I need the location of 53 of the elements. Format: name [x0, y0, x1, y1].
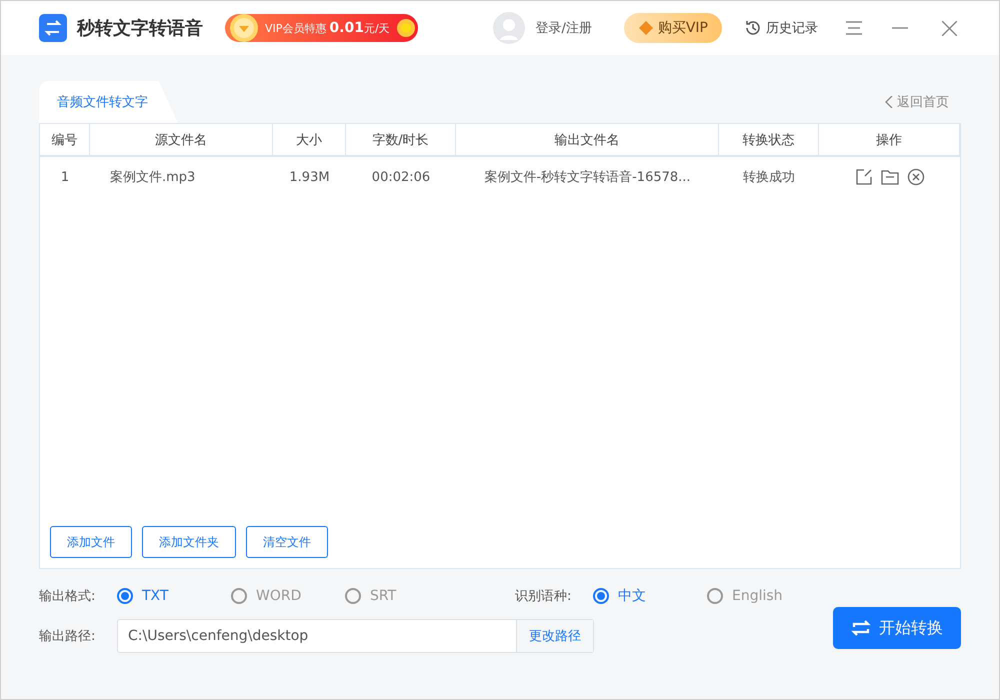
back-home-link[interactable]: 返回首页: [885, 93, 961, 111]
start-convert-button[interactable]: 开始转换: [833, 607, 961, 649]
table-cell-text: 1.93M: [288, 168, 331, 186]
close-button[interactable]: [942, 20, 957, 36]
promo-unit: 元/天: [364, 20, 390, 36]
gem-coin-icon: [229, 13, 259, 43]
table-cell-text: 案例文件.mp3: [109, 169, 196, 187]
history-icon: [744, 19, 762, 37]
login-register-link[interactable]: 登录/注册: [535, 19, 592, 37]
tab[interactable]: 音频文件转文字: [39, 81, 178, 123]
chevron-left-icon: [885, 96, 893, 108]
format-radio[interactable]: SRT: [345, 588, 419, 604]
close-icon: [942, 20, 957, 36]
close-circle-icon[interactable]: [906, 168, 924, 186]
language-radio[interactable]: 中文: [593, 587, 667, 605]
history-button[interactable]: 历史记录: [744, 19, 818, 37]
format-label: 输出格式:: [39, 588, 96, 605]
diamond-icon: [638, 20, 654, 36]
table-cell-text: 00:02:06: [370, 168, 432, 186]
column-header: 大小: [273, 124, 346, 157]
column-header: 源文件名: [90, 124, 273, 157]
column-header: 编号: [40, 124, 90, 157]
promo-label: VIP会员特惠: [265, 20, 326, 36]
menu-icon: [846, 21, 862, 35]
file-action-button[interactable]: 添加文件夹: [142, 526, 236, 558]
table-cell-text: 转换成功: [742, 169, 796, 187]
column-header: 输出文件名: [456, 124, 719, 157]
change-path-button[interactable]: 更改路径: [516, 620, 593, 652]
menu-button[interactable]: [846, 21, 862, 35]
file-action-button[interactable]: 清空文件: [246, 526, 328, 558]
format-radio[interactable]: TXT: [117, 588, 191, 604]
coin-icon: [396, 18, 416, 38]
column-header: 字数/时长: [346, 124, 456, 157]
app-title: 秒转文字转语音: [77, 17, 203, 40]
table-cell-text: 案例文件-秒转文字转语音-16578...: [483, 169, 692, 187]
app-logo-icon: [39, 14, 67, 42]
language-label: 识别语种:: [515, 588, 572, 605]
minimize-button[interactable]: [892, 27, 908, 29]
minimize-icon: [892, 27, 908, 29]
table-cell-text: 1: [60, 168, 70, 186]
vip-promo-banner[interactable]: VIP会员特惠 0.01元/天: [225, 14, 418, 42]
buy-vip-button[interactable]: 购买VIP: [624, 13, 722, 43]
convert-icon: [851, 618, 871, 638]
edit-icon[interactable]: [854, 168, 872, 186]
column-header: 转换状态: [719, 124, 819, 157]
language-radio[interactable]: English: [707, 588, 783, 604]
folder-icon[interactable]: [880, 168, 898, 186]
path-field[interactable]: C:\Users\cenfeng\desktop 更改路径: [117, 619, 594, 653]
column-header: 操作: [819, 124, 960, 157]
format-radio[interactable]: WORD: [231, 588, 305, 604]
path-label: 输出路径:: [39, 628, 96, 645]
promo-price: 0.01: [329, 20, 364, 36]
file-action-button[interactable]: 添加文件: [50, 526, 132, 558]
